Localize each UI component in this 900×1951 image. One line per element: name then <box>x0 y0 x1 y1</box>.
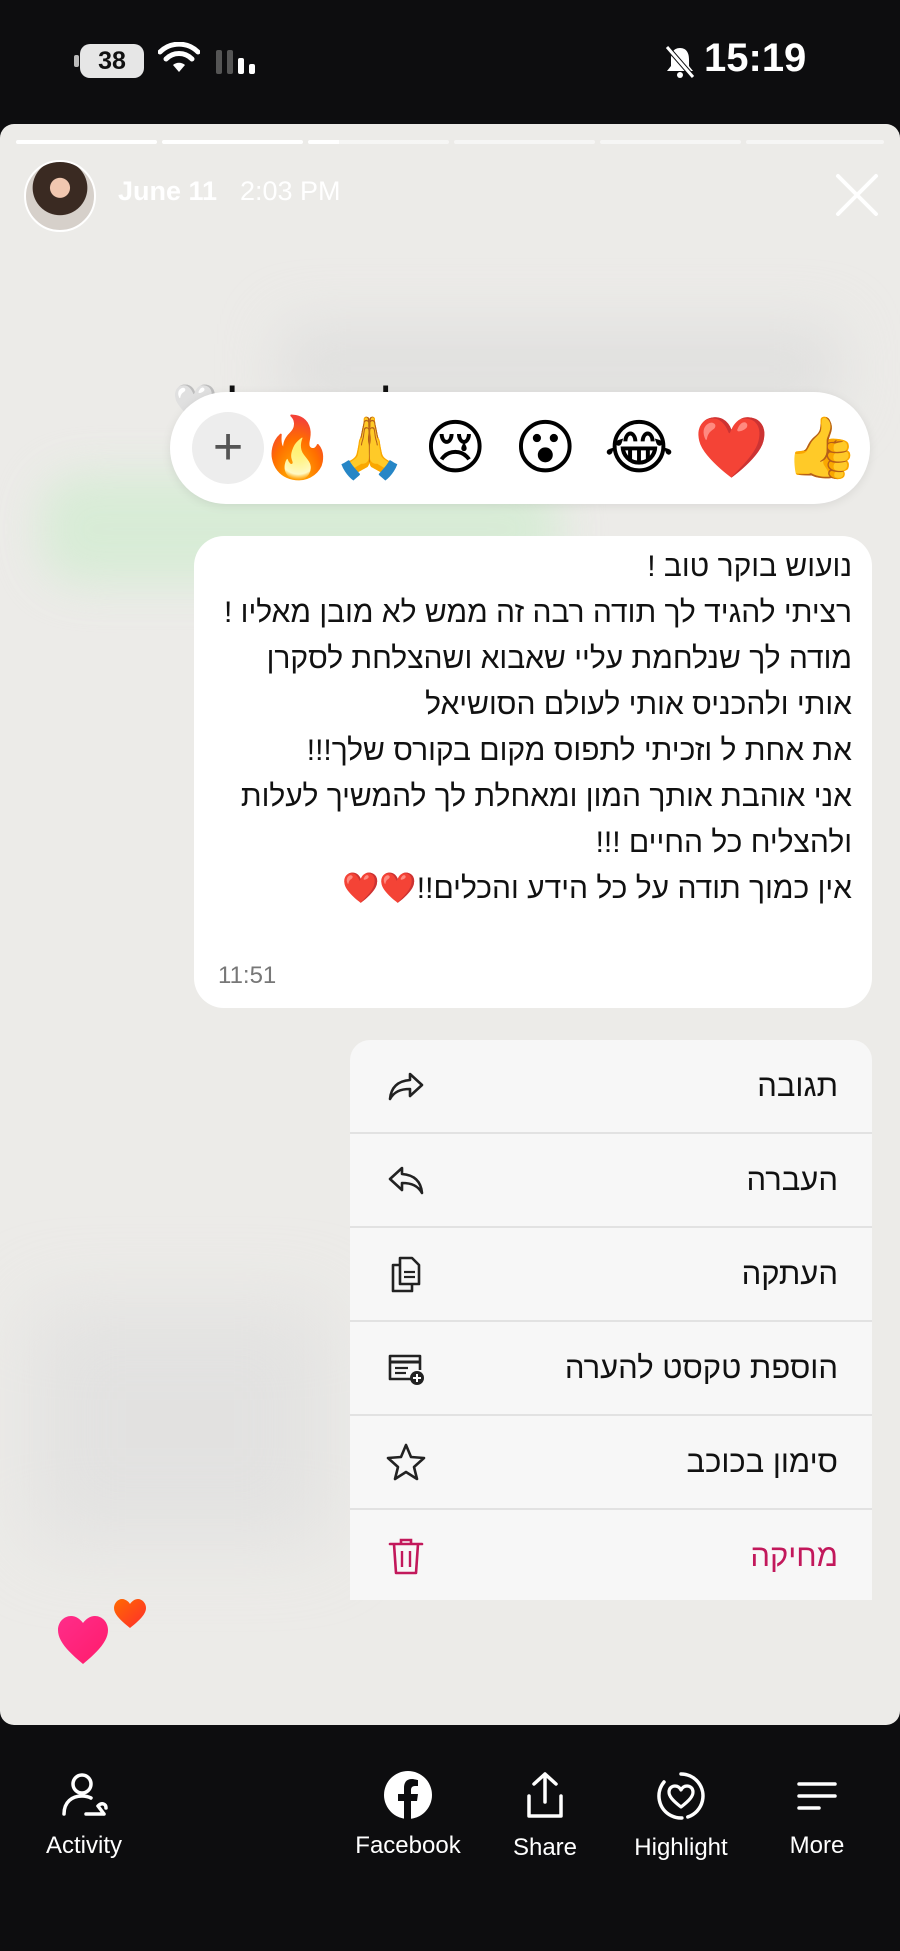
story-progress-segment <box>16 140 157 144</box>
close-icon[interactable] <box>834 172 880 218</box>
activity-icon <box>62 1773 108 1816</box>
wifi-icon <box>158 42 200 72</box>
facebook-label: Facebook <box>355 1832 461 1859</box>
trash-icon <box>388 1538 424 1575</box>
reaction-pray[interactable]: 🙏 <box>332 416 407 480</box>
bottom-toolbar: Activity Facebook Share Highlight More <box>0 1725 900 1951</box>
story-date: June 11 <box>118 176 218 206</box>
message-time: 11:51 <box>218 962 277 989</box>
reaction-fire[interactable]: 🔥 <box>260 416 335 480</box>
reaction-bar: + 🔥 🙏 😢 😮 😂 ❤️ 👍 <box>170 392 870 504</box>
menu-item-label: תגובה <box>757 1068 838 1103</box>
highlight-label: Highlight <box>634 1834 728 1861</box>
menu-item-label: הוספת טקסט להערה <box>564 1350 838 1385</box>
add-reaction-button[interactable]: + <box>192 412 264 484</box>
menu-item-copy[interactable]: העתקה <box>350 1228 872 1322</box>
reply-arrow-icon <box>388 1166 424 1195</box>
star-icon <box>386 1443 426 1481</box>
story-progress-segment <box>454 140 595 144</box>
context-menu: תגובה העברה העתקה הוספת טקסט להערה סימון… <box>350 1040 872 1600</box>
menu-item-label: מחיקה <box>750 1538 838 1573</box>
share-icon <box>527 1772 563 1818</box>
menu-item-add-note[interactable]: הוספת טקסט להערה <box>350 1322 872 1416</box>
menu-item-delete[interactable]: מחיקה <box>350 1510 872 1600</box>
cell-signal-icon <box>216 50 255 74</box>
more-menu-icon <box>797 1782 837 1810</box>
clock: 15:19 <box>704 36 807 80</box>
reaction-cry[interactable]: 😢 <box>424 416 487 480</box>
more-button[interactable]: More <box>782 1770 852 1860</box>
menu-item-label: העברה <box>746 1162 838 1197</box>
activity-button[interactable]: Activity <box>38 1770 130 1860</box>
avatar[interactable] <box>24 160 96 232</box>
share-label: Share <box>512 1834 578 1861</box>
message-bubble[interactable]: נועוש בוקר טוב ! רציתי להגיד לך תודה רבה… <box>194 536 872 1008</box>
menu-item-forward[interactable]: העברה <box>350 1134 872 1228</box>
story-progress-segment <box>600 140 741 144</box>
menu-item-reply[interactable]: תגובה <box>350 1040 872 1134</box>
share-button[interactable]: Share <box>510 1770 580 1862</box>
status-bar: 38 15:19 <box>0 0 900 124</box>
highlight-button[interactable]: Highlight <box>628 1770 734 1862</box>
story-progress-segment-current <box>308 140 449 144</box>
forward-arrow-icon <box>388 1072 424 1101</box>
story-progress-segment <box>162 140 303 144</box>
blurred-background <box>30 1304 330 1544</box>
reaction-heart[interactable]: ❤️ <box>694 416 769 480</box>
menu-item-label: סימון בכוכב <box>686 1444 838 1479</box>
copy-icon <box>391 1256 421 1293</box>
highlight-icon <box>657 1772 705 1820</box>
more-label: More <box>789 1832 845 1859</box>
story-time: 2:03 PM <box>240 176 341 206</box>
message-text: נועוש בוקר טוב ! רציתי להגיד לך תודה רבה… <box>224 550 852 905</box>
silent-bell-icon <box>665 45 695 79</box>
add-note-icon <box>388 1354 424 1385</box>
menu-item-star[interactable]: סימון בכוכב <box>350 1416 872 1510</box>
story-progress-segment <box>746 140 884 144</box>
floating-hearts-icon <box>58 1599 146 1664</box>
facebook-button[interactable]: Facebook <box>352 1770 464 1860</box>
menu-item-label: העתקה <box>741 1256 838 1291</box>
battery-indicator: 38 <box>74 44 144 78</box>
activity-label: Activity <box>45 1832 122 1859</box>
facebook-icon <box>384 1771 432 1819</box>
reaction-thumbs-up[interactable]: 👍 <box>784 416 859 480</box>
reaction-wow[interactable]: 😮 <box>514 416 577 480</box>
reaction-laugh[interactable]: 😂 <box>604 416 674 480</box>
